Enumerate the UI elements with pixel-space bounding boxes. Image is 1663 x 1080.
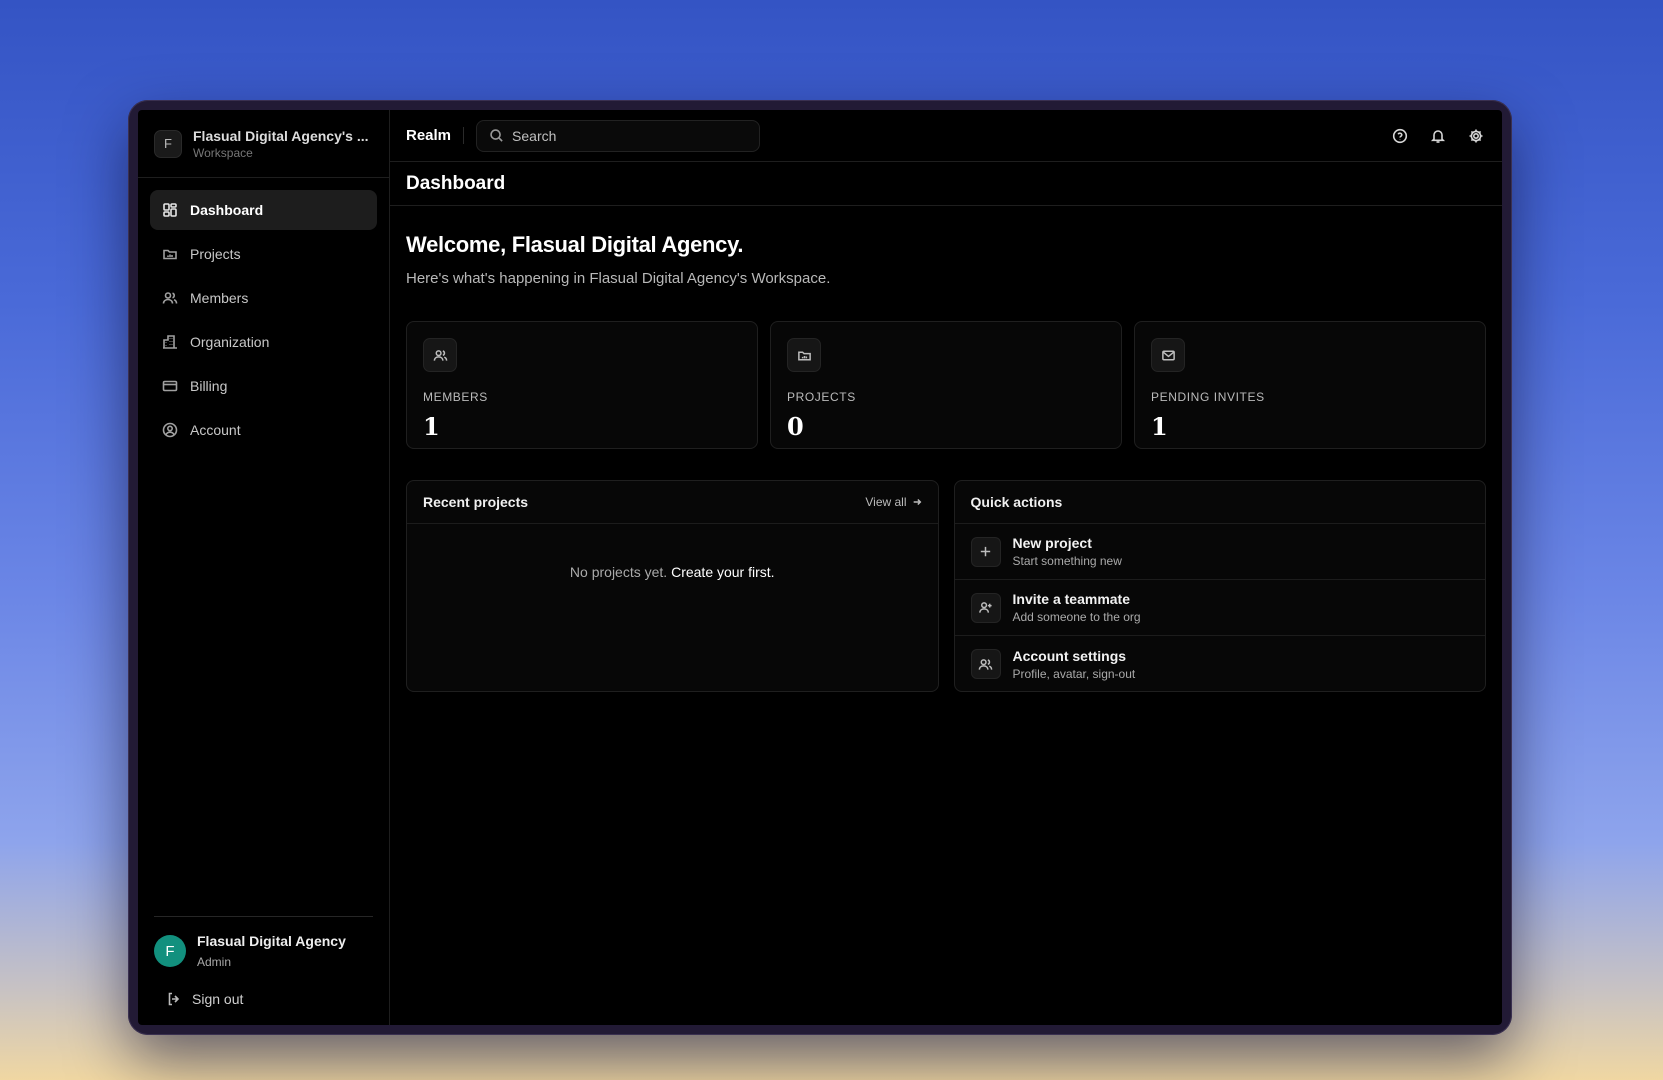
- sidebar-item-projects[interactable]: Projects: [150, 234, 377, 274]
- empty-text: No projects yet.: [569, 564, 668, 580]
- users-icon: [433, 349, 447, 361]
- stat-value: 1: [423, 412, 440, 441]
- sign-out-button[interactable]: Sign out: [154, 991, 373, 1007]
- workspace-name: Flasual Digital Agency's ...: [193, 127, 369, 144]
- app-window: F Flasual Digital Agency's ... Workspace…: [138, 110, 1502, 1025]
- quick-action-title: New project: [1012, 535, 1092, 551]
- user-plus-icon: [979, 602, 992, 613]
- plus-icon: [980, 546, 991, 557]
- quick-action-title: Invite a teammate: [1012, 591, 1131, 607]
- stat-label: PROJECTS: [787, 390, 856, 404]
- sign-out-icon: [168, 992, 180, 1006]
- sidebar-item-label: Organization: [190, 334, 270, 350]
- sidebar-item-label: Dashboard: [190, 202, 264, 218]
- stat-value: 1: [1151, 412, 1168, 441]
- sidebar-item-account[interactable]: Account: [150, 410, 377, 450]
- search-icon: [490, 129, 503, 142]
- panel-title: Quick actions: [970, 494, 1063, 510]
- sidebar-item-label: Billing: [190, 378, 228, 394]
- page-header: Dashboard: [390, 162, 1502, 206]
- stat-label: PENDING INVITES: [1151, 390, 1265, 404]
- help-icon: [1392, 128, 1408, 143]
- search-input[interactable]: [512, 127, 733, 144]
- window-frame: F Flasual Digital Agency's ... Workspace…: [128, 100, 1512, 1035]
- stat-card-pending-invites: PENDING INVITES 1: [1134, 321, 1486, 449]
- qa-icon: [970, 649, 1001, 679]
- topbar-actions: [1390, 126, 1486, 146]
- workspace-avatar: F: [154, 129, 182, 158]
- dashboard-icon: [163, 203, 177, 217]
- panels-row: Recent projects View all No projects yet…: [406, 480, 1486, 692]
- stats-row: MEMBERS 1 PROJECTS 0 PENDING INVITES 1: [406, 321, 1486, 449]
- stat-value: 0: [787, 412, 804, 441]
- notifications-button[interactable]: [1428, 126, 1448, 146]
- main-area: Realm Dashboar: [390, 110, 1502, 1025]
- settings-icon: [1469, 129, 1483, 142]
- stat-icon: [423, 338, 457, 372]
- brand-logo[interactable]: Realm: [406, 127, 465, 144]
- folder-icon: [163, 249, 177, 260]
- user-name: Flasual Digital Agency: [197, 933, 346, 949]
- sidebar-item-label: Members: [190, 290, 249, 306]
- dashboard-content: Welcome, Flasual Digital Agency. Here's …: [390, 206, 1502, 718]
- quick-action-subtitle: Start something new: [1012, 554, 1122, 568]
- quick-action-title: Account settings: [1012, 647, 1127, 664]
- avatar: F: [154, 935, 186, 967]
- workspace-subtitle: Workspace: [193, 145, 253, 160]
- settings-button[interactable]: [1466, 126, 1486, 146]
- users-icon: [978, 658, 993, 670]
- quick-action-account-settings[interactable]: Account settings Profile, avatar, sign-o…: [955, 636, 1486, 691]
- view-all-link[interactable]: View all: [865, 495, 921, 509]
- sidebar-item-organization[interactable]: Organization: [150, 322, 377, 362]
- sidebar-item-members[interactable]: Members: [150, 278, 377, 318]
- users-icon: [162, 292, 178, 304]
- sidebar-item-dashboard[interactable]: Dashboard: [150, 190, 377, 230]
- sidebar-item-label: Account: [190, 422, 241, 438]
- topbar: Realm: [390, 110, 1502, 162]
- stat-label: MEMBERS: [423, 390, 488, 404]
- mail-icon: [1161, 350, 1175, 360]
- stat-card-members: MEMBERS 1: [406, 321, 758, 449]
- welcome-subtitle: Here's what's happening in Flasual Digit…: [406, 270, 831, 287]
- quick-actions-panel: Quick actions New project Start somethin…: [953, 480, 1486, 692]
- folder-icon: [797, 350, 811, 360]
- panel-title: Recent projects: [423, 494, 529, 510]
- arrow-right-icon: [913, 498, 921, 506]
- empty-state: No projects yet. Create your first.: [407, 564, 938, 580]
- stat-icon: [1151, 338, 1185, 372]
- stat-icon: [787, 338, 821, 372]
- user-circle-icon: [162, 422, 178, 438]
- building-icon: [163, 335, 177, 349]
- sidebar-item-billing[interactable]: Billing: [150, 366, 377, 406]
- sidebar: F Flasual Digital Agency's ... Workspace…: [138, 110, 390, 1025]
- qa-icon: [970, 592, 1001, 623]
- panel-header: Quick actions: [954, 481, 1485, 524]
- sidebar-nav: Dashboard Projects Members Organization …: [138, 178, 389, 462]
- search-box[interactable]: [476, 119, 761, 152]
- quick-action-new-project[interactable]: New project Start something new: [954, 524, 1485, 580]
- divider: [154, 916, 373, 917]
- sidebar-footer: F Flasual Digital Agency Admin Sign out: [138, 916, 389, 1025]
- view-all-label: View all: [865, 495, 907, 509]
- credit-card-icon: [162, 380, 178, 392]
- help-button[interactable]: [1390, 126, 1410, 146]
- sign-out-label: Sign out: [192, 991, 244, 1007]
- user-profile[interactable]: F Flasual Digital Agency Admin: [154, 933, 373, 969]
- workspace-switcher[interactable]: F Flasual Digital Agency's ... Workspace: [138, 110, 389, 178]
- quick-action-invite-teammate[interactable]: Invite a teammate Add someone to the org: [954, 580, 1485, 636]
- user-role: Admin: [197, 955, 232, 969]
- recent-projects-panel: Recent projects View all No projects yet…: [406, 480, 939, 692]
- qa-icon: [970, 536, 1001, 567]
- quick-action-subtitle: Add someone to the org: [1012, 610, 1141, 624]
- sidebar-item-label: Projects: [190, 246, 241, 262]
- panel-header: Recent projects View all: [407, 481, 938, 524]
- create-project-link[interactable]: Create your first.: [671, 564, 774, 580]
- bell-icon: [1430, 129, 1446, 143]
- stat-card-projects: PROJECTS 0: [770, 321, 1122, 449]
- welcome-heading: Welcome, Flasual Digital Agency.: [406, 232, 744, 257]
- quick-action-subtitle: Profile, avatar, sign-out: [1012, 666, 1136, 681]
- page-title: Dashboard: [406, 172, 506, 194]
